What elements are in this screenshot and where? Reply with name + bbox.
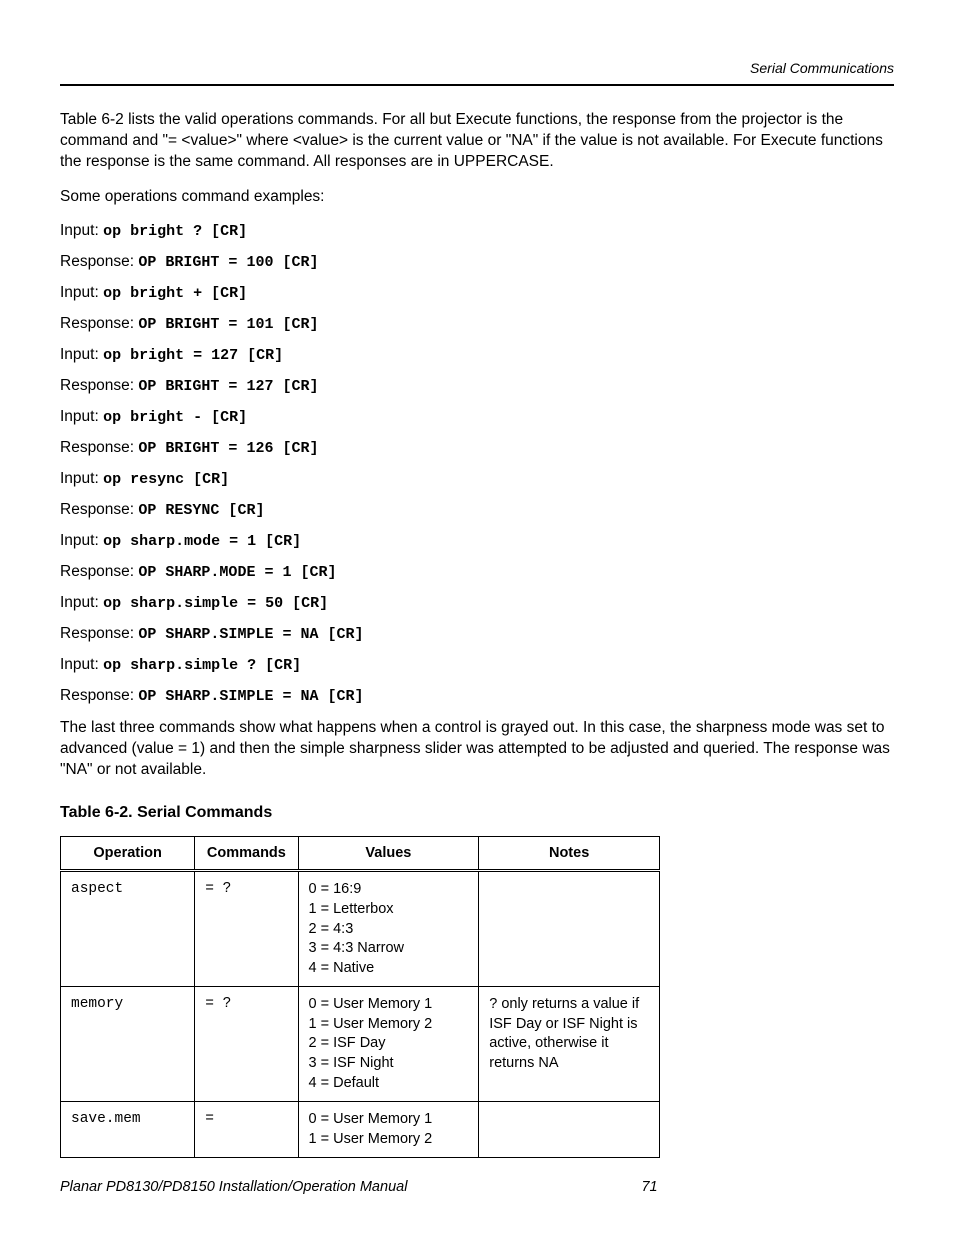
example-command: op bright - [CR] (103, 409, 247, 426)
example-command: OP BRIGHT = 126 [CR] (138, 440, 318, 457)
example-label: Input: (60, 346, 103, 363)
command-example-line: Response: OP BRIGHT = 100 [CR] (60, 253, 894, 271)
intro-paragraph: Table 6-2 lists the valid operations com… (60, 110, 894, 173)
table-row: save.mem=0 = User Memory 1 1 = User Memo… (61, 1102, 660, 1158)
example-label: Input: (60, 594, 103, 611)
example-label: Response: (60, 377, 138, 394)
command-example-line: Input: op bright + [CR] (60, 284, 894, 302)
cell-operation: memory (61, 987, 195, 1102)
example-command: OP SHARP.SIMPLE = NA [CR] (138, 626, 363, 643)
th-operation: Operation (61, 837, 195, 871)
command-example-line: Response: OP BRIGHT = 126 [CR] (60, 439, 894, 457)
cell-commands: = ? (195, 987, 298, 1102)
serial-commands-table: Operation Commands Values Notes aspect= … (60, 836, 660, 1158)
footer-page-number: 71 (641, 1179, 657, 1195)
example-command: op sharp.simple = 50 [CR] (103, 595, 328, 612)
example-label: Input: (60, 408, 103, 425)
command-example-line: Input: op bright ? [CR] (60, 222, 894, 240)
example-command: OP RESYNC [CR] (138, 502, 264, 519)
command-example-line: Response: OP SHARP.SIMPLE = NA [CR] (60, 625, 894, 643)
example-label: Response: (60, 625, 138, 642)
cell-operation: save.mem (61, 1102, 195, 1158)
example-label: Response: (60, 563, 138, 580)
example-label: Response: (60, 315, 138, 332)
example-command: op bright = 127 [CR] (103, 347, 283, 364)
example-command: op bright ? [CR] (103, 223, 247, 240)
example-label: Input: (60, 470, 103, 487)
example-label: Response: (60, 439, 138, 456)
command-example-line: Input: op sharp.mode = 1 [CR] (60, 532, 894, 550)
cell-notes (479, 1102, 660, 1158)
example-label: Input: (60, 222, 103, 239)
command-example-line: Input: op bright - [CR] (60, 408, 894, 426)
example-command: OP SHARP.SIMPLE = NA [CR] (138, 688, 363, 705)
example-label: Input: (60, 284, 103, 301)
th-commands: Commands (195, 837, 298, 871)
cell-values: 0 = 16:9 1 = Letterbox 2 = 4:3 3 = 4:3 N… (298, 871, 479, 987)
example-command: op bright + [CR] (103, 285, 247, 302)
cell-values: 0 = User Memory 1 1 = User Memory 2 2 = … (298, 987, 479, 1102)
cell-operation: aspect (61, 871, 195, 987)
command-example-line: Response: OP BRIGHT = 101 [CR] (60, 315, 894, 333)
cell-notes (479, 871, 660, 987)
page-footer: Planar PD8130/PD8150 Installation/Operat… (60, 1179, 658, 1195)
cell-commands: = ? (195, 871, 298, 987)
command-example-line: Response: OP RESYNC [CR] (60, 501, 894, 519)
command-example-line: Input: op sharp.simple = 50 [CR] (60, 594, 894, 612)
example-command: op sharp.simple ? [CR] (103, 657, 301, 674)
example-command: OP BRIGHT = 100 [CR] (138, 254, 318, 271)
footer-manual-title: Planar PD8130/PD8150 Installation/Operat… (60, 1179, 407, 1195)
cell-notes: ? only returns a value if ISF Day or ISF… (479, 987, 660, 1102)
th-values: Values (298, 837, 479, 871)
th-notes: Notes (479, 837, 660, 871)
example-command: op resync [CR] (103, 471, 229, 488)
example-command: OP BRIGHT = 101 [CR] (138, 316, 318, 333)
cell-values: 0 = User Memory 1 1 = User Memory 2 (298, 1102, 479, 1158)
example-label: Response: (60, 253, 138, 270)
example-command: OP BRIGHT = 127 [CR] (138, 378, 318, 395)
command-example-line: Response: OP BRIGHT = 127 [CR] (60, 377, 894, 395)
command-example-line: Response: OP SHARP.MODE = 1 [CR] (60, 563, 894, 581)
example-label: Response: (60, 687, 138, 704)
section-header: Serial Communications (60, 60, 894, 76)
command-example-line: Input: op resync [CR] (60, 470, 894, 488)
example-command: OP SHARP.MODE = 1 [CR] (138, 564, 336, 581)
table-header-row: Operation Commands Values Notes (61, 837, 660, 871)
command-example-line: Input: op bright = 127 [CR] (60, 346, 894, 364)
examples-lead: Some operations command examples: (60, 187, 894, 208)
example-label: Input: (60, 656, 103, 673)
example-label: Input: (60, 532, 103, 549)
table-row: aspect= ?0 = 16:9 1 = Letterbox 2 = 4:3 … (61, 871, 660, 987)
command-example-line: Response: OP SHARP.SIMPLE = NA [CR] (60, 687, 894, 705)
table-row: memory= ?0 = User Memory 1 1 = User Memo… (61, 987, 660, 1102)
cell-commands: = (195, 1102, 298, 1158)
outro-paragraph: The last three commands show what happen… (60, 718, 894, 781)
header-rule (60, 84, 894, 86)
table-title: Table 6-2. Serial Commands (60, 804, 894, 822)
example-command: op sharp.mode = 1 [CR] (103, 533, 301, 550)
example-label: Response: (60, 501, 138, 518)
examples-list: Input: op bright ? [CR] Response: OP BRIG… (60, 222, 894, 705)
command-example-line: Input: op sharp.simple ? [CR] (60, 656, 894, 674)
